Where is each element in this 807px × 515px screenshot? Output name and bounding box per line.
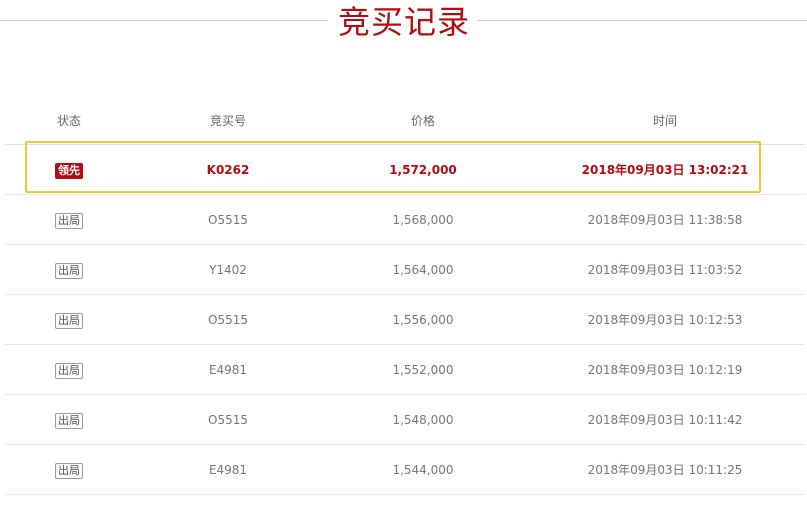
price-cell: 1,564,000 (392, 263, 454, 277)
table-row: 出局 O5515 1,556,000 2018年09月03日 10:12:53 (5, 295, 805, 345)
header-bid-number: 竞买号 (209, 114, 246, 128)
table-row: 出局 E4981 1,552,000 2018年09月03日 10:12:19 (5, 345, 805, 395)
price-cell: 1,572,000 (389, 163, 457, 177)
status-cell: 出局 (33, 245, 105, 295)
status-badge-out: 出局 (55, 462, 83, 479)
header-status: 状态 (56, 114, 81, 128)
time-cell: 2018年09月03日 10:12:53 (587, 313, 743, 327)
bid-number-cell: O5515 (208, 413, 248, 427)
table-row: 出局 E4981 1,544,000 2018年09月03日 10:11:25 (5, 445, 805, 495)
status-cell: 出局 (33, 345, 105, 395)
table-row: 出局 O5515 1,568,000 2018年09月03日 11:38:58 (5, 195, 805, 245)
bid-number-cell: K0262 (206, 163, 250, 177)
status-cell: 出局 (33, 395, 105, 445)
status-badge-out: 出局 (55, 262, 83, 279)
status-badge-leading: 领先 (55, 162, 83, 179)
price-cell: 1,552,000 (392, 363, 454, 377)
price-cell: 1,544,000 (392, 463, 454, 477)
status-badge-out: 出局 (55, 212, 83, 229)
status-badge-out: 出局 (55, 362, 83, 379)
bid-number-cell: Y1402 (209, 263, 247, 277)
table-row-leading: 领先 K0262 1,572,000 2018年09月03日 13:02:21 (5, 145, 805, 195)
bid-record-table: 状态 竞买号 价格 时间 领先 K0262 1,572,000 2018年09月… (5, 95, 805, 495)
status-badge-out: 出局 (55, 412, 83, 429)
bid-number-cell: O5515 (208, 313, 248, 327)
status-cell: 出局 (33, 445, 105, 495)
table-header: 状态 竞买号 价格 时间 (5, 95, 805, 145)
table-row: 出局 Y1402 1,564,000 2018年09月03日 11:03:52 (5, 245, 805, 295)
status-cell: 出局 (33, 195, 105, 245)
bid-number-cell: O5515 (208, 213, 248, 227)
header-price: 价格 (410, 114, 435, 128)
title-divider-right (478, 20, 807, 21)
time-cell: 2018年09月03日 10:11:42 (587, 413, 743, 427)
title-divider-left (0, 20, 328, 21)
price-cell: 1,568,000 (392, 213, 454, 227)
section-title-bar: 竞买记录 (0, 0, 807, 44)
bid-number-cell: E4981 (208, 463, 248, 477)
time-cell: 2018年09月03日 10:11:25 (587, 463, 743, 477)
time-cell: 2018年09月03日 13:02:21 (581, 163, 749, 177)
table-row: 出局 O5515 1,548,000 2018年09月03日 10:11:42 (5, 395, 805, 445)
price-cell: 1,556,000 (392, 313, 454, 327)
page-title: 竞买记录 (337, 3, 470, 41)
price-cell: 1,548,000 (392, 413, 454, 427)
status-badge-out: 出局 (55, 312, 83, 329)
status-cell: 领先 (33, 145, 105, 195)
bid-number-cell: E4981 (208, 363, 248, 377)
time-cell: 2018年09月03日 10:12:19 (587, 363, 743, 377)
header-time: 时间 (652, 114, 677, 128)
status-cell: 出局 (33, 295, 105, 345)
time-cell: 2018年09月03日 11:38:58 (587, 213, 743, 227)
time-cell: 2018年09月03日 11:03:52 (587, 263, 743, 277)
